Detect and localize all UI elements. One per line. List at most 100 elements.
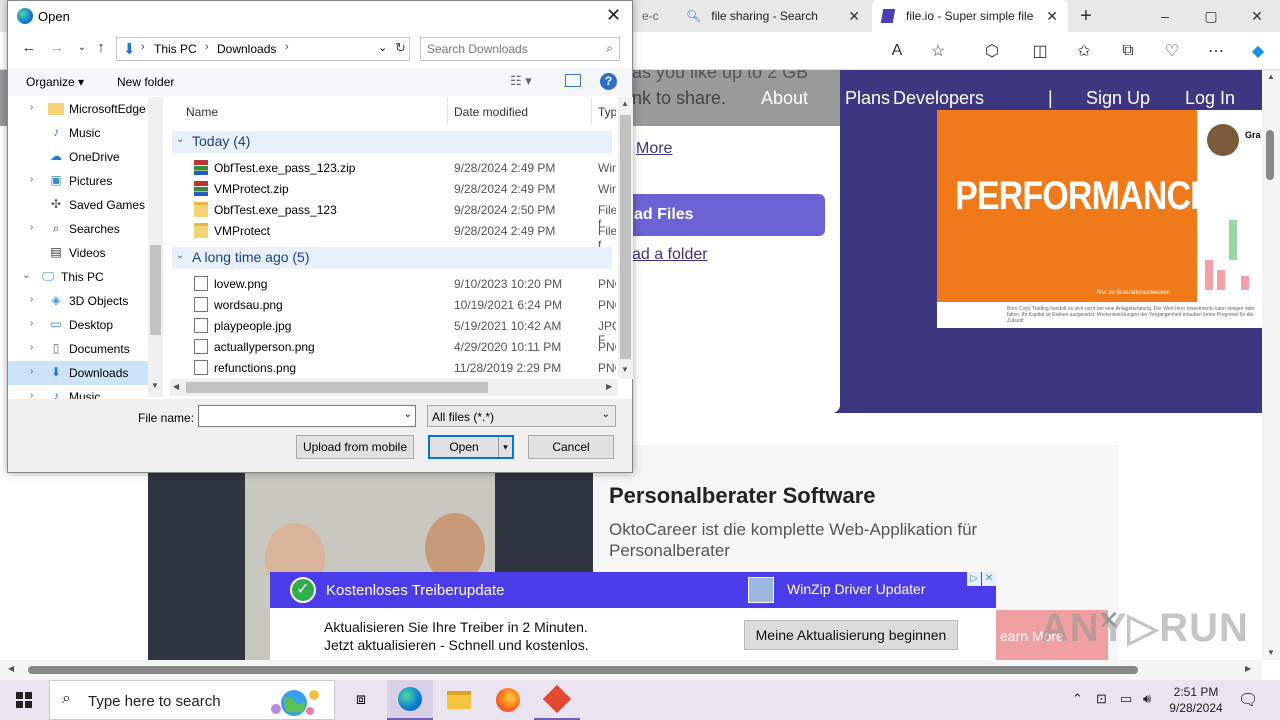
file-name-input[interactable]: [202, 407, 398, 425]
tab-other[interactable]: e-c: [632, 0, 672, 32]
view-options-icon[interactable]: ☷ ▾: [510, 73, 532, 89]
tree-item-microsoftedge[interactable]: › MicrosoftEdge: [8, 97, 148, 121]
chevron-down-icon[interactable]: ⌄: [176, 250, 184, 261]
ad-close-icon[interactable]: ✕: [982, 572, 996, 586]
tree-item-desktop[interactable]: › ▭ Desktop: [8, 313, 148, 337]
tree-item-saved-games[interactable]: ✣ Saved Games: [8, 193, 148, 217]
read-aloud-icon[interactable]: Aᐧ: [886, 40, 910, 62]
favorites-icon[interactable]: ✩: [1072, 40, 1096, 62]
column-type[interactable]: Type: [592, 97, 616, 125]
nav-log-in[interactable]: Log In: [1185, 88, 1235, 109]
promo-ad[interactable]: PERFORMANCES Nur zu Illustrationszwecken…: [937, 110, 1262, 328]
column-name[interactable]: Name: [180, 97, 448, 125]
tree-item-onedrive[interactable]: ☁ OneDrive: [8, 145, 148, 169]
driver-update-ad[interactable]: ✓ Kostenloses Treiberupdate WinZip Drive…: [270, 572, 996, 660]
upload-folder-link[interactable]: ad a folder: [632, 246, 708, 264]
more-menu-icon[interactable]: ⋯: [1204, 40, 1228, 62]
tree-item-downloads[interactable]: › ⬇ Downloads: [8, 361, 148, 385]
more-link[interactable]: More: [636, 140, 672, 158]
organize-button[interactable]: Organize ▾: [26, 75, 84, 89]
tree-item-this-pc[interactable]: ⌄ 🖵︎ This PC: [8, 265, 148, 289]
forward-arrow-icon[interactable]: →: [46, 39, 68, 59]
close-tab-icon[interactable]: ✕: [848, 8, 860, 25]
up-arrow-icon[interactable]: ↑: [90, 39, 112, 59]
list-item[interactable]: ObfTest.exe_pass_123 9/28/2024 2:50 PM F…: [168, 199, 616, 231]
tree-item-videos[interactable]: ▤ Videos: [8, 241, 148, 265]
list-item[interactable]: actuallyperson.png 4/29/2020 10:11 PM PN…: [168, 336, 616, 357]
list-item[interactable]: refunctions.png 11/28/2019 2:29 PM PNG: [168, 357, 616, 378]
list-item[interactable]: VMProtect 9/28/2024 2:49 PM File f: [168, 220, 616, 252]
page-vertical-scrollbar[interactable]: ▲ ▼: [1262, 70, 1280, 660]
minimize-button[interactable]: –: [1142, 0, 1188, 32]
breadcrumb-downloads[interactable]: Downloads: [217, 42, 276, 56]
wifi-icon[interactable]: ▭: [1120, 691, 1132, 707]
tree-item-music-2[interactable]: › ♪ Music: [8, 385, 148, 399]
firefox-icon[interactable]: [485, 680, 531, 720]
group-long-time-ago[interactable]: ⌄ A long time ago (5): [172, 247, 612, 269]
list-item[interactable]: VMProtect.zip 9/28/2024 2:49 PM WinR: [168, 178, 616, 199]
copilot-icon[interactable]: ◆: [1246, 40, 1270, 62]
tree-item-pictures[interactable]: › ▣ Pictures: [8, 169, 148, 193]
nav-plans[interactable]: Plans: [845, 88, 890, 109]
breadcrumb-this-pc[interactable]: This PC: [154, 42, 197, 56]
file-explorer-icon[interactable]: [436, 680, 482, 720]
close-tab-icon[interactable]: ✕: [1046, 8, 1058, 25]
show-hidden-icons-icon[interactable]: ⌃: [1072, 691, 1083, 707]
volume-icon[interactable]: 🔊︎: [1143, 691, 1151, 707]
upload-files-button[interactable]: ad Files: [610, 194, 825, 236]
file-type-select[interactable]: All files (*.*) ⌄: [427, 405, 616, 427]
address-bar[interactable]: ⬇ › This PC › Downloads › ⌄ ↻: [116, 37, 410, 61]
start-button[interactable]: [0, 680, 48, 720]
new-tab-button[interactable]: +: [1072, 0, 1100, 32]
list-item[interactable]: playpeople.jpg 5/19/2021 10:42 AM JPG F: [168, 315, 616, 347]
chevron-down-icon[interactable]: ⌄: [378, 41, 387, 54]
column-date-modified[interactable]: Date modified: [448, 97, 592, 125]
help-icon[interactable]: ?: [600, 73, 617, 90]
tree-item-searches[interactable]: › ⌕ Searches: [8, 217, 148, 241]
tab-file-sharing-search[interactable]: 🔍︎ file sharing - Search ✕: [676, 0, 870, 32]
chevron-down-icon[interactable]: ⌄: [404, 409, 412, 420]
tree-item-music[interactable]: ♪ Music: [8, 121, 148, 145]
nav-about[interactable]: About: [761, 88, 808, 109]
dialog-close-icon[interactable]: ✕: [606, 5, 621, 26]
list-item[interactable]: wordsau.png 10/19/2021 6:24 PM PNG: [168, 294, 616, 315]
task-view-icon[interactable]: ⧈: [338, 680, 384, 720]
split-screen-icon[interactable]: ◫: [1028, 40, 1052, 62]
chevron-down-icon[interactable]: ▾: [498, 437, 512, 457]
system-clock[interactable]: 2:51 PM 9/28/2024: [1160, 684, 1232, 716]
group-today[interactable]: ⌄ Today (4): [172, 131, 612, 153]
notification-icon[interactable]: 🗨︎: [1238, 690, 1258, 710]
edge-taskbar-icon[interactable]: [387, 680, 433, 720]
app-red-icon[interactable]: [534, 680, 580, 720]
favorite-star-icon[interactable]: ☆: [926, 40, 950, 62]
search-input[interactable]: [427, 39, 597, 59]
tree-scrollbar[interactable]: ▼: [148, 97, 163, 397]
network-status-icon[interactable]: ⊡: [1096, 691, 1107, 707]
open-button[interactable]: Open ▾: [428, 435, 514, 459]
nav-developers[interactable]: Developers: [893, 88, 984, 109]
file-name-field[interactable]: ⌄: [198, 405, 416, 427]
cancel-button[interactable]: Cancel: [528, 435, 614, 459]
adchoices-icon[interactable]: ▷: [967, 572, 981, 586]
collections-icon[interactable]: ⧉: [1116, 40, 1140, 62]
page-horizontal-scrollbar[interactable]: ◀ ▶: [0, 660, 1262, 680]
preview-pane-icon[interactable]: [565, 74, 581, 87]
chevron-down-icon[interactable]: ⌄: [176, 134, 184, 145]
tab-file-io[interactable]: file.io - Super simple file ✕: [872, 0, 1068, 32]
new-folder-button[interactable]: New folder: [117, 75, 174, 89]
list-item[interactable]: ObfTest.exe_pass_123.zip 9/28/2024 2:49 …: [168, 157, 616, 178]
ad-cta-button[interactable]: Meine Aktualisierung beginnen: [744, 620, 958, 650]
extensions-icon[interactable]: ⬡: [980, 40, 1004, 62]
close-window-button[interactable]: ✕: [1234, 0, 1280, 32]
tree-item-documents[interactable]: › ▯ Documents: [8, 337, 148, 361]
performance-icon[interactable]: ♡: [1160, 40, 1184, 62]
refresh-icon[interactable]: ↻: [395, 40, 406, 56]
list-item[interactable]: lovew.png 9/10/2023 10:20 PM PNG: [168, 273, 616, 294]
file-list-vertical-scrollbar[interactable]: ▲ ▼: [618, 97, 633, 379]
nav-sign-up[interactable]: Sign Up: [1086, 88, 1150, 109]
back-arrow-icon[interactable]: ←: [18, 39, 40, 59]
upload-from-mobile-button[interactable]: Upload from mobile: [296, 435, 414, 459]
maximize-button[interactable]: ▢: [1188, 0, 1234, 32]
file-list-horizontal-scrollbar[interactable]: ◀ ▶: [170, 379, 618, 396]
search-downloads-box[interactable]: ⌕: [420, 37, 620, 61]
